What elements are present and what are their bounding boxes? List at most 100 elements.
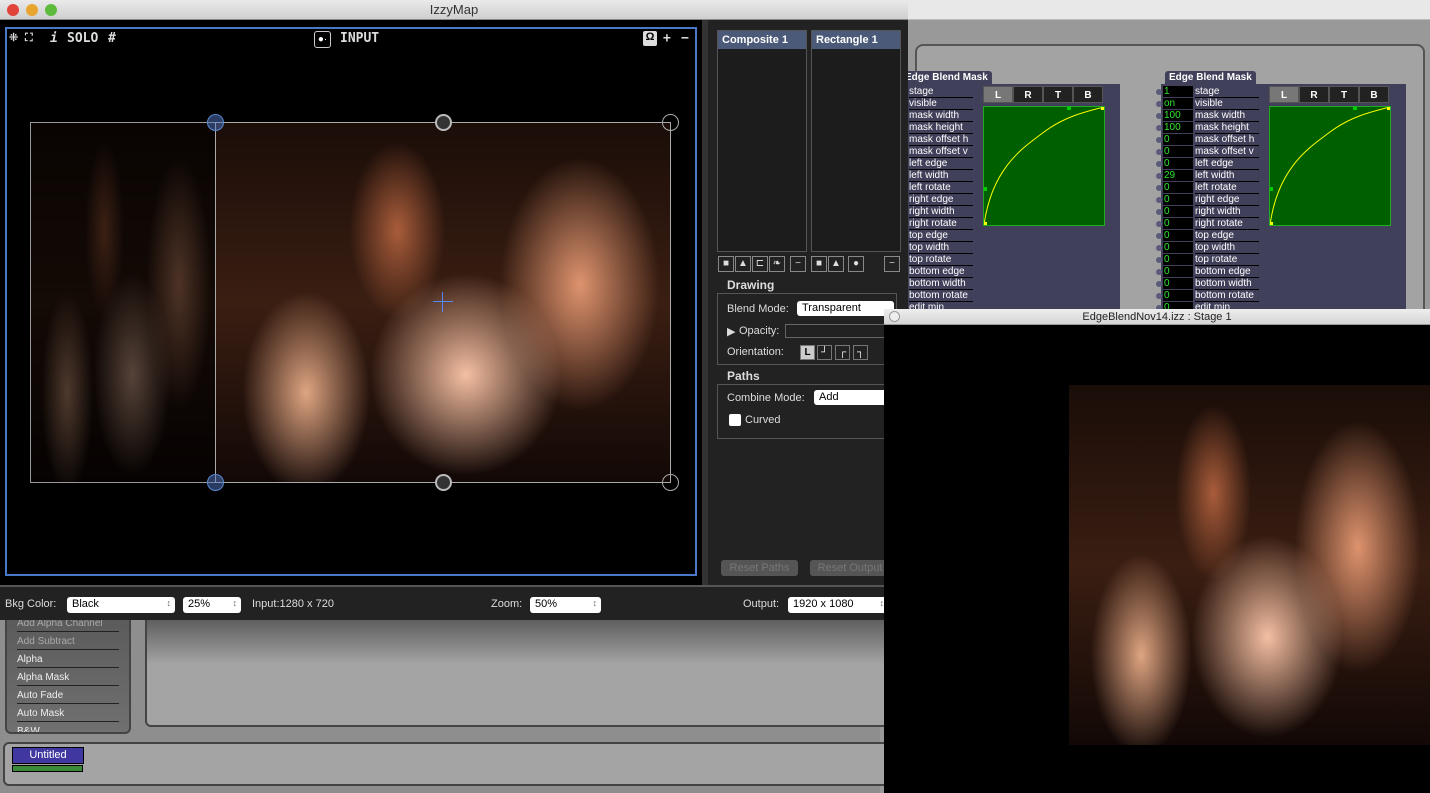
orientation-button[interactable]: ┐ xyxy=(853,345,868,360)
input-port-icon[interactable] xyxy=(1156,245,1162,251)
list-header[interactable]: Composite 1 xyxy=(718,31,806,49)
handle-bottom-right[interactable] xyxy=(662,474,679,491)
actor-list-item[interactable]: Add Alpha Channel xyxy=(17,618,119,632)
move-handle-icon[interactable] xyxy=(435,474,452,491)
blend-mode-select[interactable]: Transparent xyxy=(797,301,894,316)
edge-tab[interactable]: B xyxy=(1073,86,1103,103)
fit-icon[interactable]: ⁜ xyxy=(9,31,18,44)
zoom-out-button[interactable]: − xyxy=(681,31,689,46)
add-triangle-icon[interactable]: ▲ xyxy=(828,256,844,272)
magnet-icon[interactable]: Ω xyxy=(643,31,657,46)
property-value[interactable]: 0 xyxy=(1163,134,1193,145)
input-port-icon[interactable] xyxy=(1156,257,1162,263)
actor-list-item[interactable]: Add Subtract xyxy=(17,636,119,650)
remove-icon[interactable]: − xyxy=(884,256,900,272)
input-port-icon[interactable] xyxy=(1156,125,1162,131)
input-output-toggle-icon[interactable]: ●· xyxy=(314,31,331,48)
input-port-icon[interactable] xyxy=(1156,101,1162,107)
property-value[interactable]: 0 xyxy=(1163,158,1193,169)
scene-untitled[interactable]: Untitled xyxy=(12,747,84,764)
output-select[interactable]: 1920 x 1080 xyxy=(788,597,888,613)
selection-rectangle[interactable] xyxy=(215,122,671,483)
handle-top-left[interactable] xyxy=(207,114,224,131)
input-port-icon[interactable] xyxy=(1156,173,1162,179)
edge-tab[interactable]: T xyxy=(1329,86,1359,103)
edge-tab[interactable]: R xyxy=(1299,86,1329,103)
orientation-button[interactable]: L xyxy=(800,345,815,360)
input-port-icon[interactable] xyxy=(1156,281,1162,287)
reset-output-button[interactable]: Reset Output xyxy=(810,560,890,576)
remove-icon[interactable]: − xyxy=(790,256,806,272)
stage-close-button[interactable] xyxy=(889,311,900,322)
edge-tab[interactable]: B xyxy=(1359,86,1389,103)
add-circle-icon[interactable]: ● xyxy=(848,256,864,272)
blend-curve-graph[interactable] xyxy=(983,106,1105,226)
property-value[interactable]: 1 xyxy=(1163,86,1193,97)
property-value[interactable]: 0 xyxy=(1163,146,1193,157)
actor-title[interactable]: Edge Blend Mask xyxy=(903,71,992,84)
handle-top-right[interactable] xyxy=(662,114,679,131)
add-triangle-icon[interactable]: ▲ xyxy=(735,256,751,272)
input-port-icon[interactable] xyxy=(1156,137,1162,143)
property-value[interactable]: 100 xyxy=(1163,122,1193,133)
orientation-button[interactable]: ┘ xyxy=(817,345,832,360)
edge-tab[interactable]: T xyxy=(1043,86,1073,103)
property-value[interactable]: 0 xyxy=(1163,290,1193,301)
property-value[interactable]: 0 xyxy=(1163,266,1193,277)
input-port-icon[interactable] xyxy=(1156,149,1162,155)
blend-curve-graph[interactable] xyxy=(1269,106,1391,226)
add-rect-icon[interactable]: ■ xyxy=(811,256,827,272)
opacity-slider[interactable] xyxy=(785,324,890,338)
zoom-select[interactable]: 50% xyxy=(530,597,601,613)
input-port-icon[interactable] xyxy=(1156,269,1162,275)
actor-list-item[interactable]: B&W xyxy=(17,726,119,732)
input-port-icon[interactable] xyxy=(1156,221,1162,227)
list-header[interactable]: Rectangle 1 xyxy=(812,31,900,49)
actor-list-item[interactable]: Auto Fade xyxy=(17,690,119,704)
input-port-icon[interactable] xyxy=(1156,209,1162,215)
add-bracket-icon[interactable]: ⊏ xyxy=(752,256,768,272)
curved-checkbox[interactable] xyxy=(729,414,741,426)
input-port-icon[interactable] xyxy=(1156,113,1162,119)
bkg-color-select[interactable]: Black xyxy=(67,597,175,613)
edge-tab[interactable]: R xyxy=(1013,86,1043,103)
actor-title[interactable]: Edge Blend Mask xyxy=(1165,71,1256,84)
actor-list-item[interactable]: Alpha Mask xyxy=(17,672,119,686)
input-port-icon[interactable] xyxy=(1156,293,1162,299)
reset-paths-button[interactable]: Reset Paths xyxy=(721,560,798,576)
actor-list-item[interactable]: Alpha xyxy=(17,654,119,668)
fullscreen-icon[interactable]: ⛶ xyxy=(25,31,33,45)
zoom-button[interactable] xyxy=(45,4,57,16)
close-button[interactable] xyxy=(7,4,19,16)
input-port-icon[interactable] xyxy=(1156,197,1162,203)
property-value[interactable]: 29 xyxy=(1163,170,1193,181)
add-rect-icon[interactable]: ■ xyxy=(718,256,734,272)
property-value[interactable]: 0 xyxy=(1163,194,1193,205)
input-scale-select[interactable]: 25% xyxy=(183,597,241,613)
property-value[interactable]: on xyxy=(1163,98,1193,109)
property-value[interactable]: 0 xyxy=(1163,242,1193,253)
shape-list[interactable]: Rectangle 1 xyxy=(811,30,901,252)
orientation-button[interactable]: ┌ xyxy=(835,345,850,360)
property-value[interactable]: 0 xyxy=(1163,278,1193,289)
solo-button[interactable]: SOLO xyxy=(67,31,98,46)
property-value[interactable]: 0 xyxy=(1163,254,1193,265)
actor-list[interactable]: Add Alpha Channel Add Subtract Alpha Alpha … xyxy=(5,612,131,734)
edge-blend-mask-actor[interactable]: Edge Blend Mask stage n visible 00 mask … xyxy=(903,71,1120,312)
property-value[interactable]: 0 xyxy=(1163,230,1193,241)
property-value[interactable]: 0 xyxy=(1163,182,1193,193)
handle-bottom-left[interactable] xyxy=(207,474,224,491)
rotate-handle-icon[interactable] xyxy=(435,114,452,131)
edge-blend-mask-actor[interactable]: Edge Blend Mask 1 stage on visible 100 m… xyxy=(1156,71,1406,314)
combine-mode-select[interactable]: Add xyxy=(814,390,894,405)
grid-button[interactable]: # xyxy=(108,31,116,46)
input-port-icon[interactable] xyxy=(1156,89,1162,95)
input-port-icon[interactable] xyxy=(1156,161,1162,167)
add-leaf-icon[interactable]: ❧ xyxy=(769,256,785,272)
minimize-button[interactable] xyxy=(26,4,38,16)
property-value[interactable]: 100 xyxy=(1163,110,1193,121)
actor-list-item[interactable]: Auto Mask xyxy=(17,708,119,722)
opacity-disclosure-icon[interactable]: ▶ xyxy=(727,325,735,338)
input-port-icon[interactable] xyxy=(1156,233,1162,239)
property-value[interactable]: 0 xyxy=(1163,206,1193,217)
